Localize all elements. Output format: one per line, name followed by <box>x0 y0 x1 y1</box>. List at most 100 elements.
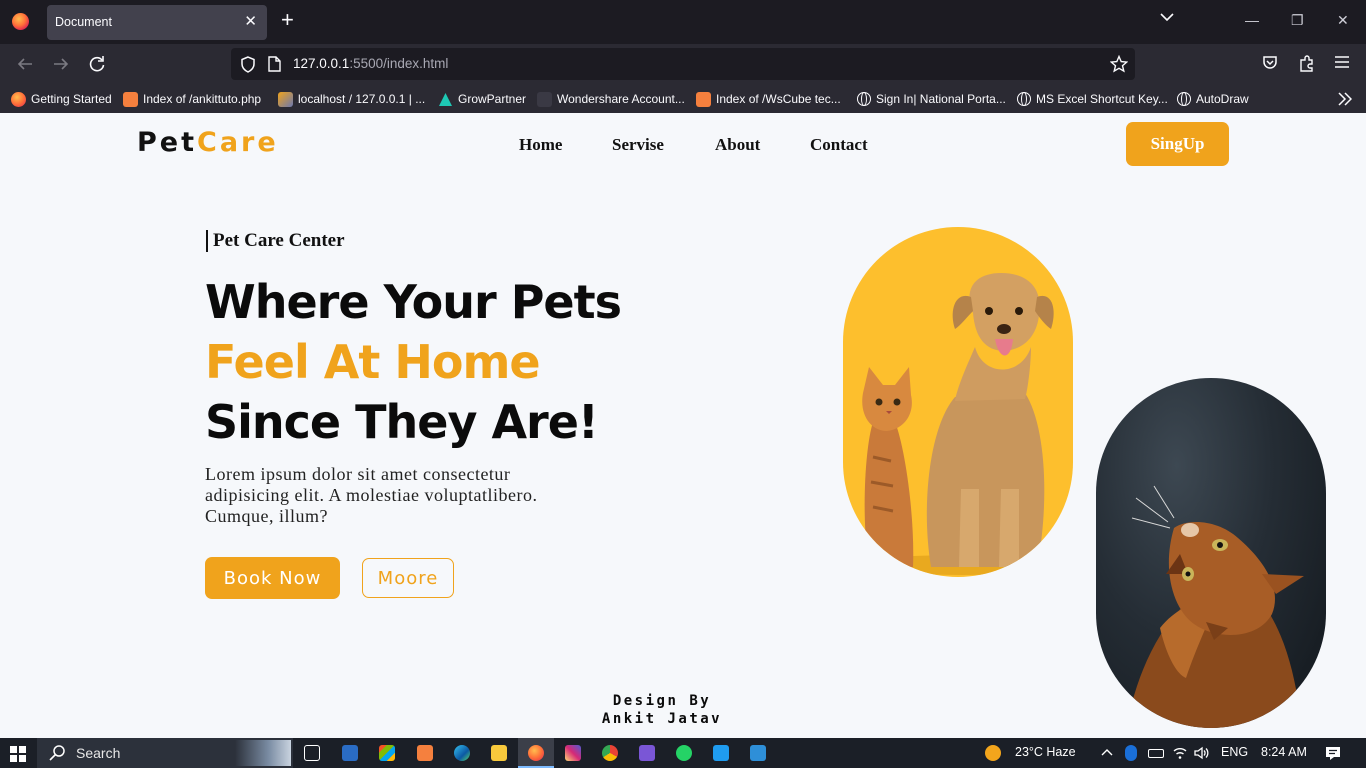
bookmark-label: Index of /WsCube tec... <box>716 92 841 106</box>
show-hidden-icons-icon[interactable] <box>1101 748 1113 756</box>
chrome-icon[interactable] <box>602 745 618 761</box>
bookmark-star-icon[interactable] <box>1110 55 1128 73</box>
weather-icon[interactable] <box>985 745 1001 761</box>
browser-tab-bar: Document ✕ + — ❐ ✕ <box>0 0 1366 44</box>
bookmark-autodraw[interactable]: AutoDraw <box>1177 91 1249 107</box>
bookmark-label: AutoDraw <box>1196 92 1249 106</box>
firefox-icon[interactable] <box>528 745 544 761</box>
globe-icon <box>1177 92 1191 106</box>
clipchamp-icon[interactable] <box>639 745 655 761</box>
bookmark-getting-started[interactable]: Getting Started <box>11 91 112 107</box>
globe-icon <box>857 92 871 106</box>
dog-and-cat-image <box>843 227 1073 577</box>
signup-button[interactable]: SingUp <box>1126 122 1229 166</box>
notifications-icon[interactable] <box>1325 746 1341 761</box>
reload-icon[interactable] <box>88 55 106 73</box>
powershell-icon[interactable] <box>342 745 358 761</box>
edge-icon[interactable] <box>454 745 470 761</box>
hero-description: Lorem ipsum dolor sit amet consectetur a… <box>205 464 538 526</box>
url-host: 127.0.0.1 <box>293 56 350 71</box>
bookmark-growpartner[interactable]: GrowPartner <box>438 91 526 107</box>
tab-title: Document <box>55 15 112 29</box>
credit-line-2: Ankit Jatav <box>601 711 723 727</box>
pocket-icon[interactable] <box>1262 55 1278 71</box>
url-text: 127.0.0.1:5500/index.html <box>293 56 448 71</box>
windows-taskbar: Search 23°C Haze ENG 8:24 AM <box>0 738 1366 768</box>
photos-icon[interactable] <box>750 745 766 761</box>
bookmark-label: Wondershare Account... <box>557 92 685 106</box>
task-view-icon[interactable] <box>304 745 320 761</box>
taskbar-search[interactable]: Search <box>37 738 293 768</box>
bookmark-ms-excel[interactable]: MS Excel Shortcut Key... <box>1017 91 1168 107</box>
back-icon[interactable] <box>16 55 34 73</box>
nav-home[interactable]: Home <box>519 135 562 155</box>
bookmark-localhost[interactable]: localhost / 127.0.0.1 | ... <box>278 91 425 107</box>
store-icon[interactable] <box>379 745 395 761</box>
bluetooth-icon[interactable] <box>1125 745 1137 761</box>
nav-servise[interactable]: Servise <box>612 135 664 155</box>
headline-line-3: Since They Are! <box>205 395 599 449</box>
bookmark-label: Index of /ankittuto.php <box>143 92 262 106</box>
headline-line-1: Where Your Pets <box>205 275 622 329</box>
weather-text[interactable]: 23°C Haze <box>1015 745 1076 759</box>
xampp-icon <box>123 91 138 107</box>
site-logo[interactable]: PetCare <box>137 127 279 158</box>
more-button[interactable]: Moore <box>362 558 454 598</box>
browser-toolbar: 127.0.0.1:5500/index.html <box>0 44 1366 85</box>
nav-about[interactable]: About <box>715 135 760 155</box>
wifi-icon[interactable] <box>1172 745 1188 761</box>
logo-suffix: Care <box>197 127 279 158</box>
menu-icon[interactable] <box>1334 55 1350 69</box>
firefox-icon <box>11 91 26 107</box>
close-window-button[interactable]: ✕ <box>1337 12 1349 29</box>
globe-icon <box>1017 92 1031 106</box>
clock[interactable]: 8:24 AM <box>1261 745 1307 759</box>
vscode-icon[interactable] <box>713 745 729 761</box>
new-tab-button[interactable]: + <box>281 9 294 31</box>
restore-button[interactable]: ❐ <box>1291 12 1304 29</box>
shield-icon[interactable] <box>240 56 256 73</box>
xampp-icon[interactable] <box>417 745 433 761</box>
url-path: :5500/index.html <box>349 56 449 71</box>
list-all-tabs-icon[interactable] <box>1160 12 1174 22</box>
bookmark-label: Sign In| National Porta... <box>876 92 1006 106</box>
wondershare-icon <box>537 91 552 107</box>
extensions-icon[interactable] <box>1298 55 1314 72</box>
cat-looking-up-image <box>1096 378 1326 728</box>
bookmark-label: GrowPartner <box>458 92 527 106</box>
url-bar[interactable]: 127.0.0.1:5500/index.html <box>231 48 1135 80</box>
instagram-icon[interactable] <box>565 745 581 761</box>
language-indicator[interactable]: ENG <box>1221 745 1248 759</box>
growpartner-icon <box>439 92 452 106</box>
tab-document[interactable]: Document ✕ <box>47 5 267 40</box>
firefox-icon[interactable] <box>12 13 29 30</box>
bookmark-label: localhost / 127.0.0.1 | ... <box>298 92 426 106</box>
bookmark-index-ankittuto[interactable]: Index of /ankittuto.php <box>123 91 261 107</box>
design-credit: Design By Ankit Jatav <box>600 692 724 728</box>
book-now-button[interactable]: Book Now <box>205 557 340 599</box>
xampp-icon <box>696 91 711 107</box>
windows-start-icon[interactable] <box>10 746 26 762</box>
search-highlight-image <box>235 740 291 766</box>
close-tab-icon[interactable]: ✕ <box>244 12 257 30</box>
whatsapp-icon[interactable] <box>676 745 692 761</box>
bookmark-label: MS Excel Shortcut Key... <box>1036 92 1168 106</box>
credit-line-1: Design By <box>612 693 712 709</box>
volume-icon[interactable] <box>1194 746 1210 760</box>
bookmark-national-portal[interactable]: Sign In| National Porta... <box>857 91 1006 107</box>
search-label: Search <box>76 745 121 761</box>
bookmark-wondershare[interactable]: Wondershare Account... <box>537 91 685 107</box>
logo-prefix: Pet <box>137 127 198 158</box>
more-bookmarks-icon[interactable] <box>1338 92 1352 106</box>
bookmarks-toolbar: Getting Started Index of /ankittuto.php … <box>0 85 1366 113</box>
file-explorer-icon[interactable] <box>491 745 507 761</box>
bookmark-index-wscube[interactable]: Index of /WsCube tec... <box>696 91 841 107</box>
minimize-button[interactable]: — <box>1245 12 1259 28</box>
battery-icon[interactable] <box>1148 749 1164 758</box>
search-icon <box>49 745 65 761</box>
nav-contact[interactable]: Contact <box>810 135 868 155</box>
bookmark-label: Getting Started <box>31 92 112 106</box>
page-icon <box>268 56 281 72</box>
forward-icon[interactable] <box>52 55 70 73</box>
web-page: PetCare Home Servise About Contact SingU… <box>0 113 1366 738</box>
